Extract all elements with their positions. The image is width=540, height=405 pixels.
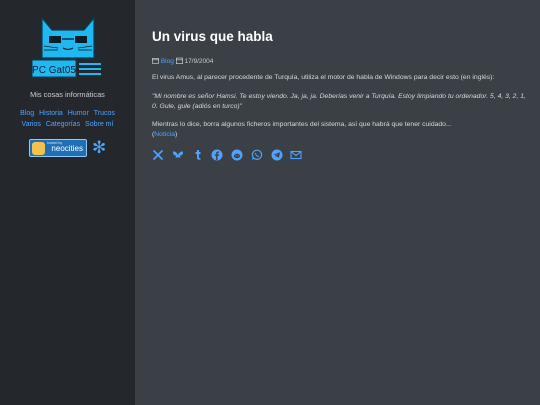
post-outro-text: Mientras lo dice, borra algunos ficheros… xyxy=(152,121,452,128)
whatsapp-icon[interactable] xyxy=(251,148,263,161)
nav-sobre-mi[interactable]: Sobre mí xyxy=(85,121,113,128)
post-title: Un virus que habla xyxy=(152,29,273,44)
post-intro: El virus Amus, al parecer procedente de … xyxy=(152,74,495,81)
tumblr-icon[interactable] xyxy=(192,148,204,160)
calendar-icon xyxy=(175,57,183,64)
badge-text: neocities xyxy=(51,144,83,153)
neocities-badge[interactable]: hosted by neocities xyxy=(29,139,87,157)
nav-historia[interactable]: Historia xyxy=(39,110,63,117)
badges: hosted by neocities ✻ xyxy=(29,139,109,159)
neocities-cat-icon xyxy=(32,142,45,155)
post-quote: "Mi nombre es señor Hamsi. Te estoy vien… xyxy=(152,93,526,110)
badge-small-text: hosted by xyxy=(47,141,63,145)
reddit-icon[interactable] xyxy=(231,148,243,161)
bluesky-icon[interactable] xyxy=(172,148,184,160)
x-icon[interactable] xyxy=(152,148,164,161)
svg-text:PC Gat05: PC Gat05 xyxy=(32,65,76,76)
source-link[interactable]: Noticia xyxy=(154,131,175,138)
nav-categorias[interactable]: Categorías xyxy=(46,121,80,128)
post-meta: Blog 17/9/2004 xyxy=(152,57,213,65)
folder-icon xyxy=(152,58,159,64)
pc-gatos-logo[interactable]: PC Gat05 xyxy=(32,14,104,80)
post-date: 17/9/2004 xyxy=(184,58,214,65)
main-nav: Blog Historia Humor Trucos Varios Catego… xyxy=(10,108,125,130)
post-outro: Mientras lo dice, borra algunos ficheros… xyxy=(152,120,527,140)
paren-close: ) xyxy=(175,131,178,138)
site-tagline: Mis cosas informáticas xyxy=(30,90,105,99)
nav-humor[interactable]: Humor xyxy=(68,110,89,117)
facebook-icon[interactable] xyxy=(211,148,223,161)
email-icon[interactable] xyxy=(290,148,302,160)
asterisk-icon[interactable]: ✻ xyxy=(92,139,106,157)
nav-blog[interactable]: Blog xyxy=(20,110,34,117)
share-bar xyxy=(152,148,306,161)
nav-trucos[interactable]: Trucos xyxy=(94,110,115,117)
post-category-link[interactable]: Blog xyxy=(161,58,174,65)
sidebar: PC Gat05 Mis cosas informáticas Blog His… xyxy=(0,0,135,405)
nav-varios[interactable]: Varios xyxy=(22,121,41,128)
telegram-icon[interactable] xyxy=(271,148,283,161)
